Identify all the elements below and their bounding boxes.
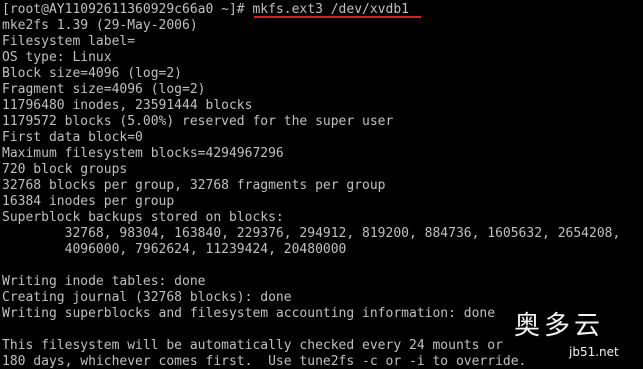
site-watermark: 奥多云 jb51.net [506,307,643,369]
mkfs-command: mkfs.ext3 /dev/xvdb1 [252,2,409,17]
terminal-line-22: 180 days, whichever comes first. Use tun… [2,354,527,369]
terminal-window[interactable]: [root@AY11092611360929c66a0 ~]# mkfs.ext… [0,0,643,369]
watermark-logo-text: 奥多云 [514,311,605,341]
terminal-line-3: OS type: Linux [2,50,112,65]
terminal-line-13: Superblock backups stored on blocks: [2,210,284,225]
terminal-line-8: First data block=0 [2,130,143,145]
shell-prompt: [root@AY11092611360929c66a0 ~]# [2,2,253,17]
terminal-line-11: 32768 blocks per group, 32768 fragments … [2,178,386,193]
terminal-line-2: Filesystem label= [2,34,136,49]
terminal-line-10: 720 block groups [2,162,128,177]
terminal-line-18: Creating journal (32768 blocks): done [2,290,292,305]
terminal-line-1: mke2fs 1.39 (29-May-2006) [2,18,198,33]
terminal-line-9: Maximum filesystem blocks=4294967296 [2,146,284,161]
terminal-line-7: 1179572 blocks (5.00%) reserved for the … [2,114,394,129]
terminal-line-19: Writing superblocks and filesystem accou… [2,306,496,321]
terminal-line-5: Fragment size=4096 (log=2) [2,82,206,97]
terminal-line-14: 32768, 98304, 163840, 229376, 294912, 81… [2,226,621,241]
command-highlight-underline [254,16,421,18]
terminal-line-17: Writing inode tables: done [2,274,206,289]
terminal-line-21: This filesystem will be automatically ch… [2,338,503,353]
terminal-line-12: 16384 inodes per group [2,194,175,209]
terminal-line-15: 4096000, 7962624, 11239424, 20480000 [2,242,347,257]
terminal-line-6: 11796480 inodes, 23591444 blocks [2,98,253,113]
watermark-site-text: jb51.net [569,345,619,359]
terminal-line-4: Block size=4096 (log=2) [2,66,183,81]
